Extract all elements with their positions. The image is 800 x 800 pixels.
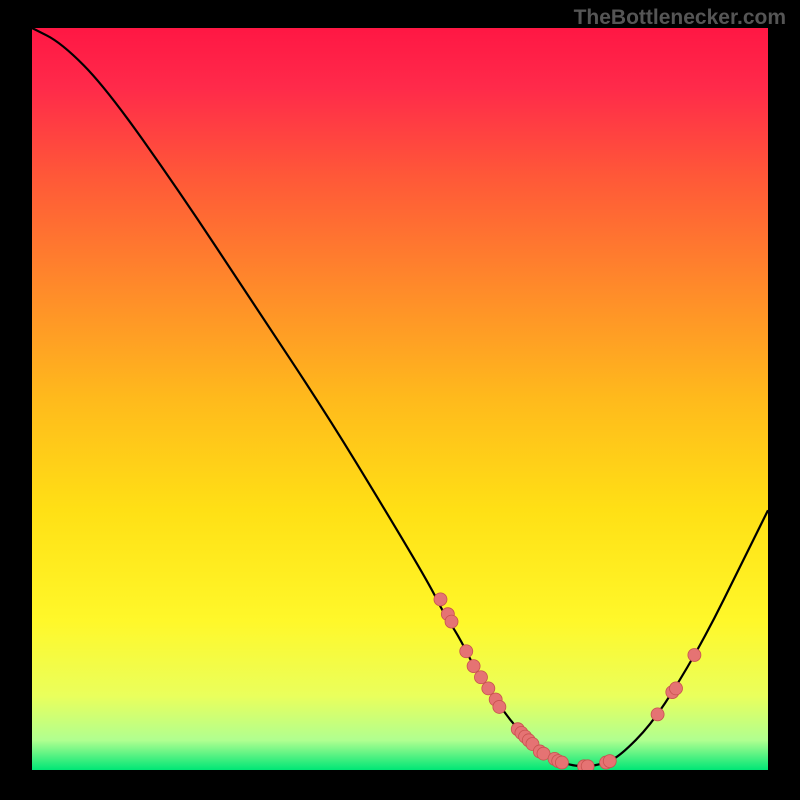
data-marker [474, 671, 487, 684]
data-marker [688, 648, 701, 661]
data-marker [555, 756, 568, 769]
data-marker [670, 682, 683, 695]
data-marker [651, 708, 664, 721]
bottleneck-chart [32, 28, 768, 770]
data-marker [493, 700, 506, 713]
watermark-text: TheBottlenecker.com [574, 6, 786, 30]
data-marker [445, 615, 458, 628]
data-marker [467, 660, 480, 673]
data-marker [603, 755, 616, 768]
data-marker [482, 682, 495, 695]
data-marker [434, 593, 447, 606]
data-marker [460, 645, 473, 658]
data-marker [581, 760, 594, 770]
